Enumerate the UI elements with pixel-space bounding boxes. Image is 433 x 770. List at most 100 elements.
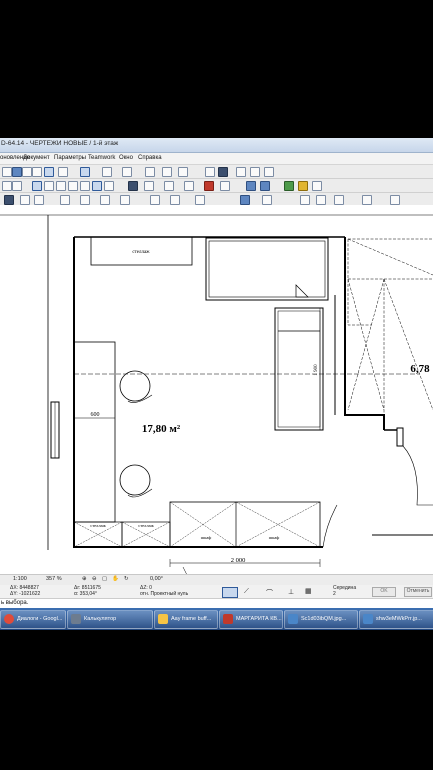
prompt-bar: ь выбора. bbox=[0, 599, 433, 608]
arc-tool-icon[interactable]: ⌒ bbox=[266, 588, 273, 598]
drag-icon[interactable] bbox=[4, 195, 14, 205]
mirror-icon[interactable] bbox=[205, 167, 215, 177]
text-a-icon[interactable] bbox=[262, 195, 272, 205]
lock-icon[interactable] bbox=[195, 195, 205, 205]
ungroup-icon[interactable] bbox=[170, 195, 180, 205]
roof-icon[interactable] bbox=[104, 181, 114, 191]
toolbar-tools bbox=[0, 179, 433, 193]
level-icon[interactable] bbox=[246, 181, 256, 191]
arrow-icon[interactable] bbox=[58, 167, 68, 177]
taskbar-item-archicad[interactable]: Aay frame buff... bbox=[154, 610, 218, 629]
frame-icon[interactable] bbox=[122, 167, 132, 177]
group-icon[interactable] bbox=[150, 195, 160, 205]
snap-icon[interactable] bbox=[80, 167, 90, 177]
zoom-in-icon[interactable]: ⊕ bbox=[82, 576, 87, 582]
rotate-icon[interactable] bbox=[20, 195, 30, 205]
align-icon[interactable] bbox=[162, 167, 172, 177]
circle-icon[interactable] bbox=[316, 195, 326, 205]
wall-tool-icon[interactable] bbox=[218, 167, 228, 177]
angle-field[interactable]: 0,00° bbox=[150, 576, 163, 582]
right-door-swing bbox=[402, 445, 433, 506]
magic-wand-icon[interactable] bbox=[240, 195, 250, 205]
label-wardrobe-2: шкаф bbox=[269, 535, 280, 540]
label-shelf-top: стеллаж bbox=[132, 250, 150, 255]
hotspot-icon[interactable] bbox=[362, 195, 372, 205]
ok-button[interactable]: OK bbox=[372, 587, 396, 597]
label-wardrobe-1: шкаф bbox=[201, 535, 212, 540]
taskbar-item-image-2[interactable]: shw3eMWkPrr.jp... bbox=[359, 610, 433, 629]
dim-2000-label: 2 000 bbox=[231, 557, 246, 564]
scale-field[interactable]: 1:100 bbox=[13, 576, 27, 582]
resize-icon[interactable] bbox=[100, 195, 110, 205]
taskbar-item-calculator[interactable]: Калькулятор bbox=[67, 610, 153, 629]
cancel-button[interactable]: Отменить bbox=[404, 587, 432, 597]
snap-divisions[interactable]: 2 bbox=[333, 591, 336, 597]
menu-help[interactable]: Справка bbox=[138, 155, 162, 161]
trace-icon[interactable] bbox=[145, 167, 155, 177]
print-icon[interactable] bbox=[2, 167, 12, 177]
beam-icon[interactable] bbox=[56, 181, 66, 191]
measure-icon[interactable] bbox=[264, 167, 274, 177]
explode-icon[interactable] bbox=[120, 195, 130, 205]
fit-icon[interactable]: ▢ bbox=[102, 576, 107, 582]
zone-icon[interactable] bbox=[144, 181, 154, 191]
zoom-field[interactable]: 357 % bbox=[46, 576, 62, 582]
pen-icon[interactable] bbox=[12, 167, 22, 177]
archicad-icon bbox=[158, 614, 168, 624]
object-icon[interactable] bbox=[184, 181, 194, 191]
fill-icon[interactable] bbox=[312, 181, 322, 191]
label-icon[interactable] bbox=[284, 181, 294, 191]
zoom-out-icon[interactable]: ⊖ bbox=[92, 576, 97, 582]
marquee-icon[interactable] bbox=[12, 181, 22, 191]
chair-2-back bbox=[127, 488, 153, 498]
layer-select-icon[interactable] bbox=[44, 167, 54, 177]
wall-icon[interactable] bbox=[32, 181, 42, 191]
da-readout: α: 353,04° bbox=[74, 591, 97, 597]
bed-1-fold bbox=[295, 284, 309, 298]
pencil-icon[interactable] bbox=[22, 167, 32, 177]
lamp-icon[interactable] bbox=[204, 181, 214, 191]
rotate-view-icon[interactable]: ↻ bbox=[124, 576, 129, 582]
redo-icon[interactable] bbox=[250, 167, 260, 177]
split-icon[interactable] bbox=[60, 195, 70, 205]
section-icon[interactable] bbox=[260, 181, 270, 191]
snap-mode-icon[interactable] bbox=[222, 587, 238, 598]
taskbar-item-image-1[interactable]: Sc1d03ibQM.jpg... bbox=[284, 610, 358, 629]
windows-taskbar: Диалоги - Googl... Калькулятор Aay frame… bbox=[0, 608, 433, 630]
pointer-icon[interactable] bbox=[2, 181, 12, 191]
menu-document[interactable]: Документ bbox=[23, 155, 50, 161]
line-icon[interactable] bbox=[300, 195, 310, 205]
grid-icon[interactable] bbox=[102, 167, 112, 177]
column-icon[interactable] bbox=[44, 181, 54, 191]
eyedropper-icon[interactable] bbox=[32, 167, 42, 177]
offset-icon[interactable] bbox=[34, 195, 44, 205]
slab-icon[interactable] bbox=[92, 181, 102, 191]
taskbar-label: Калькулятор bbox=[84, 616, 117, 622]
taskbar-item-chrome[interactable]: Диалоги - Googl... bbox=[0, 610, 66, 629]
bed-1 bbox=[205, 237, 329, 301]
spline-icon[interactable] bbox=[334, 195, 344, 205]
undo-icon[interactable] bbox=[236, 167, 246, 177]
text-icon[interactable] bbox=[298, 181, 308, 191]
table-icon[interactable] bbox=[178, 167, 188, 177]
dimension-icon[interactable] bbox=[220, 181, 230, 191]
right-wall bbox=[344, 237, 385, 430]
perp-tool-icon[interactable]: ⊥ bbox=[288, 588, 294, 596]
figure-icon[interactable] bbox=[390, 195, 400, 205]
mesh-icon[interactable] bbox=[128, 181, 138, 191]
door-icon[interactable] bbox=[68, 181, 78, 191]
stair-icon[interactable] bbox=[164, 181, 174, 191]
window-icon[interactable] bbox=[80, 181, 90, 191]
room-area-label-right: 6,78 bbox=[410, 363, 430, 375]
chair-1 bbox=[119, 370, 151, 402]
pan-icon[interactable]: ✋ bbox=[112, 576, 119, 582]
taskbar-item-word[interactable]: МАРГАРИТА КВ... bbox=[219, 610, 283, 629]
line-tool-icon[interactable]: ⟋ bbox=[244, 588, 249, 596]
stretch-icon[interactable] bbox=[80, 195, 90, 205]
snap-grid-icon[interactable]: ▦ bbox=[305, 587, 312, 595]
door-swing-bottom bbox=[322, 504, 338, 548]
menu-teamwork[interactable]: Teamwork bbox=[88, 155, 115, 161]
menu-window[interactable]: Окно bbox=[119, 155, 133, 161]
menu-options[interactable]: Параметры bbox=[54, 155, 86, 161]
drawing-canvas[interactable]: стеллаж 17,80 м² 6,78 600 1 900 2 000 ст… bbox=[0, 205, 433, 575]
